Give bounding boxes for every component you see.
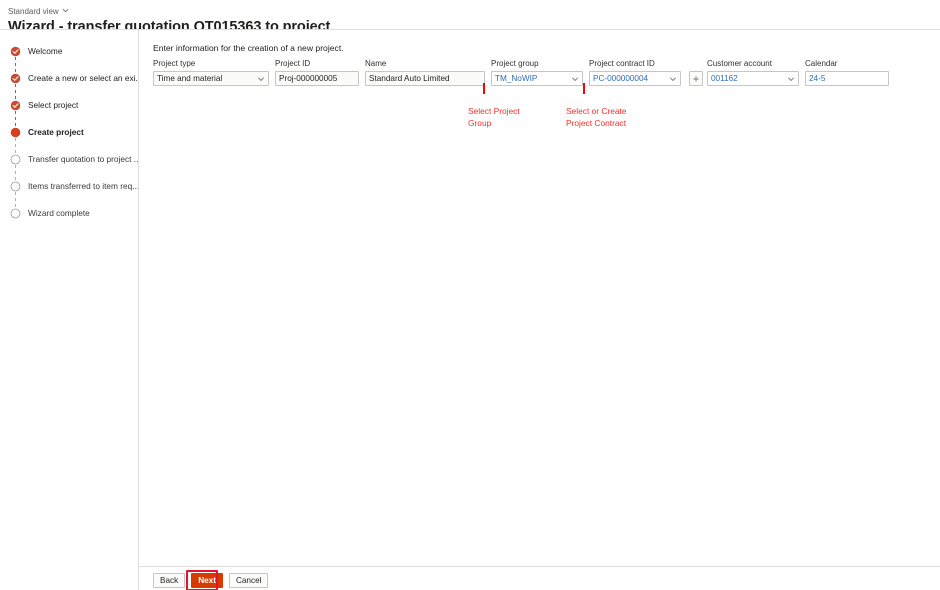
- chevron-down-icon: [62, 7, 69, 14]
- field-name: Name Standard Auto Limited: [365, 59, 485, 86]
- view-selector[interactable]: Standard view: [8, 7, 69, 16]
- chevron-down-icon[interactable]: [669, 75, 677, 83]
- check-circle-icon: [10, 73, 21, 84]
- field-value: Time and material: [157, 74, 223, 83]
- empty-circle-icon: [10, 208, 21, 219]
- field-value: Proj-000000005: [279, 74, 338, 83]
- wizard-window: Standard view Wizard - transfer quotatio…: [0, 0, 940, 590]
- dropdown-project-type[interactable]: Time and material: [153, 71, 269, 86]
- field-calendar: Calendar 24-5: [805, 59, 889, 86]
- wizard-step-create-a-new-or-select-an-exi[interactable]: Create a new or select an exi...: [0, 65, 138, 92]
- field-label: Customer account: [707, 59, 772, 68]
- field-label: Project ID: [275, 59, 311, 68]
- field-project-id: Project ID Proj-000000005: [275, 59, 359, 86]
- wizard-step-rail: Welcome Create a new or select an exi... S…: [0, 30, 138, 590]
- input-name[interactable]: Standard Auto Limited: [365, 71, 485, 86]
- chevron-down-icon[interactable]: [571, 75, 579, 83]
- field-value: 001162: [711, 74, 738, 83]
- wizard-step-list: Welcome Create a new or select an exi... S…: [0, 38, 138, 227]
- wizard-step-label: Welcome: [28, 46, 63, 56]
- check-circle-icon: [10, 46, 21, 57]
- annotation-text-project-contract: Select or Create Project Contract: [566, 106, 627, 128]
- back-button[interactable]: Back: [153, 573, 186, 588]
- field-value: TM_NoWIP: [495, 74, 538, 83]
- field-value: Standard Auto Limited: [369, 74, 450, 83]
- wizard-step-create-project[interactable]: Create project: [0, 119, 138, 146]
- wizard-step-label: Create a new or select an exi...: [28, 73, 138, 83]
- wizard-step-items-transferred-to-item-req[interactable]: Items transferred to item req...: [0, 173, 138, 200]
- field-label: Project group: [491, 59, 539, 68]
- chevron-down-icon[interactable]: [787, 75, 795, 83]
- wizard-step-welcome[interactable]: Welcome: [0, 38, 138, 65]
- field-project-type: Project type Time and material: [153, 59, 269, 86]
- field-label: Calendar: [805, 59, 838, 68]
- check-circle-icon: [10, 100, 21, 111]
- wizard-step-label: Items transferred to item req...: [28, 181, 138, 191]
- dropdown-project-contract-id[interactable]: PC-000000004: [589, 71, 681, 86]
- field-value: PC-000000004: [593, 74, 649, 83]
- view-selector-label: Standard view: [8, 7, 59, 16]
- window-header: Standard view Wizard - transfer quotatio…: [0, 0, 940, 35]
- empty-circle-icon: [10, 154, 21, 165]
- project-form-row: Project type Time and material Project ID P…: [153, 59, 895, 86]
- dropdown-customer-account[interactable]: 001162: [707, 71, 799, 86]
- annotation-leader-line-1: [483, 83, 485, 94]
- footer-divider: [139, 566, 940, 567]
- wizard-step-label: Wizard complete: [28, 208, 90, 218]
- annotation-leader-line-2: [583, 83, 585, 94]
- input-calendar[interactable]: 24-5: [805, 71, 889, 86]
- field-customer-account: Customer account 001162: [707, 59, 799, 86]
- wizard-step-wizard-complete[interactable]: Wizard complete: [0, 200, 138, 227]
- field-label: Project contract ID: [589, 59, 655, 68]
- field-label: Project type: [153, 59, 196, 68]
- field-label: Name: [365, 59, 387, 68]
- intro-text: Enter information for the creation of a …: [153, 43, 344, 53]
- plus-icon[interactable]: [689, 71, 703, 86]
- wizard-step-select-project[interactable]: Select project: [0, 92, 138, 119]
- wizard-step-label: Create project: [28, 127, 84, 137]
- field-project-group: Project group TM_NoWIP: [491, 59, 583, 86]
- field-value: 24-5: [809, 74, 826, 83]
- footer-button-bar: Back Next Cancel: [153, 573, 269, 588]
- wizard-step-transfer-quotation-to-project[interactable]: Transfer quotation to project ...: [0, 146, 138, 173]
- main-content-panel: Enter information for the creation of a …: [139, 30, 940, 560]
- chevron-down-icon[interactable]: [257, 75, 265, 83]
- filled-circle-icon: [10, 127, 21, 138]
- dropdown-project-group[interactable]: TM_NoWIP: [491, 71, 583, 86]
- wizard-step-label: Transfer quotation to project ...: [28, 154, 138, 164]
- field-project-contract-id: Project contract ID PC-000000004: [589, 59, 681, 86]
- cancel-button[interactable]: Cancel: [228, 573, 269, 588]
- input-project-id[interactable]: Proj-000000005: [275, 71, 359, 86]
- wizard-step-label: Select project: [28, 100, 79, 110]
- annotation-text-project-group: Select Project Group: [468, 106, 520, 128]
- next-button[interactable]: Next: [191, 573, 223, 588]
- empty-circle-icon: [10, 181, 21, 192]
